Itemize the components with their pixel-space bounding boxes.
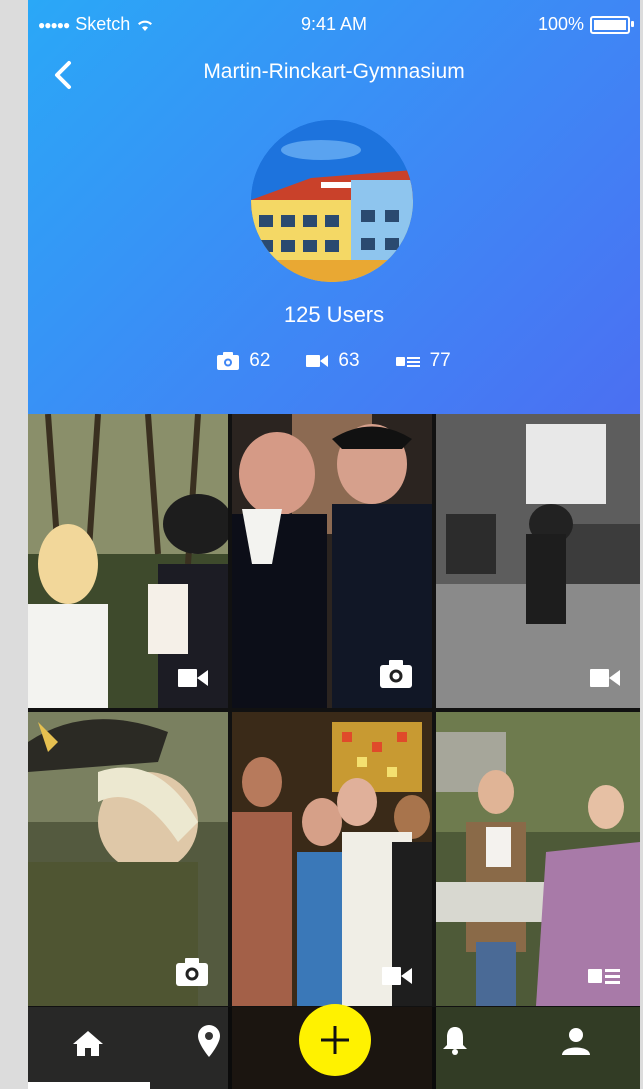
tile-photo [436,712,640,1006]
media-tile[interactable] [436,414,640,708]
video-icon [590,669,620,687]
media-tile[interactable] [28,414,228,708]
page-title: Martin-Rinckart-Gymnasium [203,60,465,83]
tile-photo [28,414,228,708]
camera-icon [217,352,240,370]
school-avatar [251,120,413,282]
video-count: 63 [338,350,360,371]
battery-icon [590,15,634,34]
article-count: 77 [429,350,451,371]
photo-count-stat: 62 [217,350,270,372]
video-count-stat: 63 [306,350,360,372]
media-stats: 62 63 77 [28,350,640,372]
media-tile[interactable] [232,712,432,1006]
location-pin-icon[interactable] [198,1025,220,1057]
video-icon [382,967,412,985]
home-indicator [28,1082,150,1089]
media-tile[interactable] [436,712,640,1006]
bell-icon[interactable] [442,1025,468,1055]
nav-bar: Martin-Rinckart-Gymnasium [28,50,640,100]
video-icon [178,669,208,687]
camera-icon [176,958,208,986]
tile-photo [232,712,432,1006]
video-icon [306,355,329,367]
camera-icon [380,660,412,688]
article-icon [395,357,420,367]
media-tile[interactable] [232,414,432,708]
add-button[interactable] [299,1004,371,1076]
status-bar: ●●●●● Sketch 9:41 AM 100% [28,0,640,44]
media-tile[interactable] [28,712,228,1006]
app-screen: ●●●●● Sketch 9:41 AM 100% Martin-Rinckar… [28,0,640,1089]
profile-icon[interactable] [562,1027,590,1055]
profile-header: ●●●●● Sketch 9:41 AM 100% Martin-Rinckar… [28,0,640,414]
tile-photo [436,414,640,708]
article-icon [588,969,620,984]
add-icon [321,1026,349,1054]
battery-percent: 100% [537,14,584,34]
photo-count: 62 [249,350,271,371]
home-icon[interactable] [72,1029,104,1057]
users-count: 125 Users [283,302,385,327]
article-count-stat: 77 [395,350,451,372]
